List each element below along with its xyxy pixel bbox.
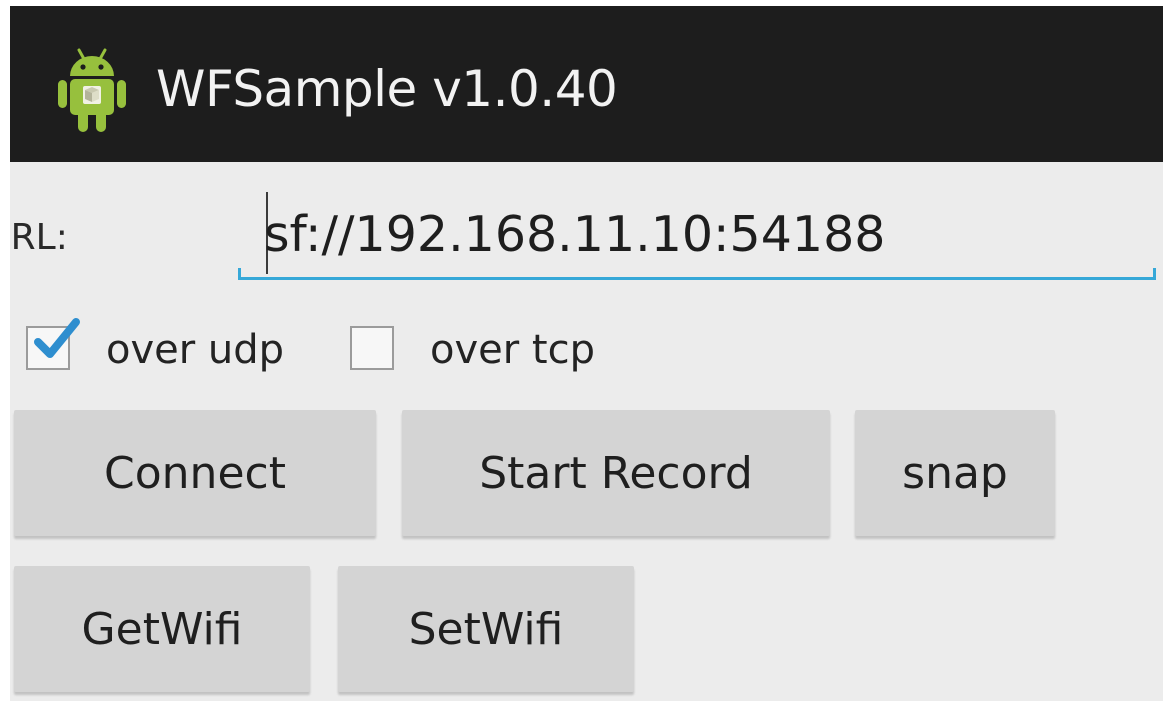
snap-button[interactable]: snap bbox=[855, 410, 1055, 536]
checkbox-label: over tcp bbox=[430, 327, 595, 373]
app-title: WFSample v1.0.40 bbox=[156, 60, 618, 118]
url-input-value: sf://192.168.11.10:54188 bbox=[264, 206, 886, 263]
get-wifi-button[interactable]: GetWifi bbox=[14, 566, 310, 692]
action-bar: WFSample v1.0.40 bbox=[10, 6, 1163, 162]
checkbox-over-udp[interactable]: over udp bbox=[26, 318, 326, 378]
connect-button[interactable]: Connect bbox=[14, 410, 376, 536]
checkbox-label: over udp bbox=[106, 327, 285, 373]
checkmark-icon bbox=[34, 318, 80, 358]
url-label: JRL: bbox=[10, 217, 68, 258]
android-robot-icon bbox=[58, 48, 126, 132]
url-input-underline bbox=[238, 268, 1156, 280]
set-wifi-button[interactable]: SetWifi bbox=[338, 566, 634, 692]
app-screen: WFSample v1.0.40 JRL: sf://192.168.11.10… bbox=[10, 6, 1163, 701]
url-input[interactable]: sf://192.168.11.10:54188 bbox=[238, 184, 1156, 280]
checkbox-over-tcp[interactable]: over tcp bbox=[350, 320, 630, 378]
start-record-button[interactable]: Start Record bbox=[402, 410, 830, 536]
checkbox-box bbox=[350, 326, 394, 370]
